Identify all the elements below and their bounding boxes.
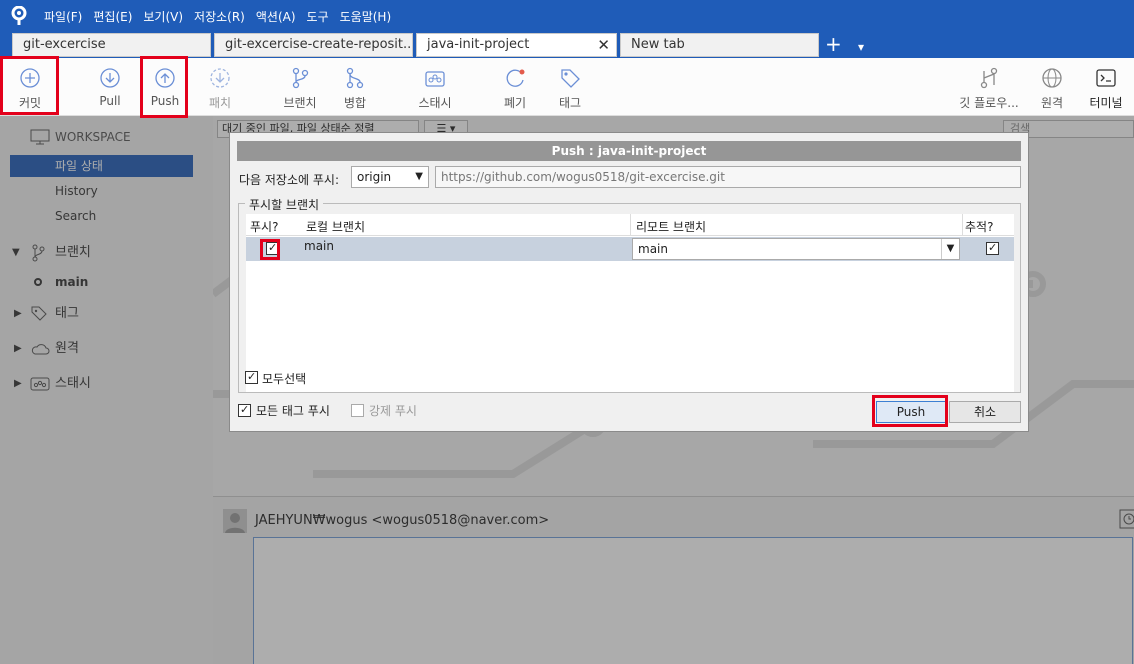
highlight-commit bbox=[0, 56, 59, 115]
remote-url-field[interactable]: https://github.com/wogus0518/git-excerci… bbox=[435, 166, 1021, 188]
terminal-button[interactable]: 터미널 bbox=[1076, 66, 1134, 111]
menu-edit[interactable]: 편집(E) bbox=[93, 8, 132, 25]
gitflow-label: 깃 플로우... bbox=[959, 96, 1019, 110]
add-tab-icon[interactable]: + bbox=[825, 34, 842, 54]
pull-icon bbox=[100, 68, 120, 88]
force-push-checkbox[interactable] bbox=[351, 404, 364, 417]
checkmark-icon: ✓ bbox=[247, 370, 257, 383]
globe-icon bbox=[1042, 68, 1062, 88]
menu-list: 파일(F) 편집(E) 보기(V) 저장소(R) 액션(A) 도구 도움말(H) bbox=[44, 8, 391, 25]
discard-button[interactable]: 폐기 bbox=[485, 66, 545, 111]
remote-select[interactable]: origin ▼ bbox=[351, 166, 429, 188]
remote-select-value: origin bbox=[357, 170, 392, 184]
patch-icon bbox=[210, 68, 230, 88]
track-branch-checkbox[interactable]: ✓ bbox=[986, 242, 999, 255]
cancel-label: 취소 bbox=[973, 405, 997, 419]
col-push-header: 푸시? bbox=[250, 220, 279, 234]
branches-group-label: 푸시할 브랜치 bbox=[245, 196, 324, 213]
merge-label: 병합 bbox=[343, 96, 367, 110]
chevron-down-icon: ▼ bbox=[415, 171, 423, 182]
tag-label: 태그 bbox=[558, 96, 582, 110]
tab-java-init-project[interactable]: java-init-project ✕ bbox=[416, 33, 617, 57]
col-track-header: 추적? bbox=[965, 220, 994, 234]
menu-file[interactable]: 파일(F) bbox=[44, 8, 82, 25]
branch-button[interactable]: 브랜치 bbox=[270, 66, 330, 111]
select-all-label: 모두선택 bbox=[262, 372, 307, 386]
stash-button[interactable]: 스태시 bbox=[405, 66, 465, 111]
tab-label: git-excercise bbox=[23, 37, 106, 52]
tag-icon bbox=[561, 69, 580, 88]
local-branch-name: main bbox=[304, 239, 334, 253]
cancel-button[interactable]: 취소 bbox=[949, 401, 1021, 423]
menu-repository[interactable]: 저장소(R) bbox=[194, 8, 245, 25]
branches-table: 푸시? 로컬 브랜치 리모트 브랜치 추적? ✓ main main ▼ ✓ bbox=[246, 214, 1014, 392]
stash-icon bbox=[425, 71, 445, 87]
menu-tools[interactable]: 도구 bbox=[307, 8, 329, 25]
gitflow-button[interactable]: 깃 플로우... bbox=[956, 66, 1022, 111]
close-tab-icon[interactable]: ✕ bbox=[597, 34, 610, 56]
col-local-header: 로컬 브랜치 bbox=[306, 220, 366, 234]
remote-branch-value: main bbox=[638, 242, 668, 256]
tag-button[interactable]: 태그 bbox=[540, 66, 600, 111]
remote-url-value: https://github.com/wogus0518/git-excerci… bbox=[441, 170, 725, 184]
pull-label: Pull bbox=[99, 94, 121, 108]
stash-label: 스태시 bbox=[418, 96, 452, 110]
tab-menu-icon[interactable]: ▾ bbox=[858, 37, 864, 57]
gitflow-icon bbox=[980, 67, 998, 89]
discard-icon bbox=[506, 69, 525, 87]
tab-new[interactable]: New tab bbox=[620, 33, 819, 57]
highlight-push-checkbox bbox=[260, 239, 280, 260]
table-header: 푸시? 로컬 브랜치 리모트 브랜치 추적? bbox=[246, 214, 1014, 236]
tab-bar: git-excercise git-excercise-create-repos… bbox=[0, 32, 1134, 58]
patch-button[interactable]: 패치 bbox=[190, 66, 250, 111]
highlight-push bbox=[140, 56, 188, 118]
push-all-tags-checkbox[interactable]: ✓ bbox=[238, 404, 251, 417]
tab-git-excercise-create[interactable]: git-excercise-create-reposit... bbox=[214, 33, 413, 57]
remote-button[interactable]: 원격 bbox=[1022, 66, 1082, 111]
menu-actions[interactable]: 액션(A) bbox=[256, 8, 296, 25]
discard-label: 폐기 bbox=[503, 96, 527, 110]
tab-git-excercise[interactable]: git-excercise bbox=[12, 33, 211, 57]
menu-help[interactable]: 도움말(H) bbox=[340, 8, 392, 25]
dialog-title: Push : java-init-project bbox=[237, 141, 1021, 161]
terminal-label: 터미널 bbox=[1089, 96, 1123, 110]
tab-label: New tab bbox=[631, 37, 685, 52]
chevron-down-icon: ▼ bbox=[941, 239, 959, 259]
tab-label: git-excercise-create-reposit... bbox=[225, 37, 413, 52]
push-all-tags-label: 모든 태그 푸시 bbox=[256, 404, 330, 418]
push-dialog: Push : java-init-project 다음 저장소에 푸시: ori… bbox=[229, 132, 1029, 432]
menu-view[interactable]: 보기(V) bbox=[143, 8, 183, 25]
branch-icon bbox=[292, 67, 309, 89]
terminal-icon bbox=[1096, 69, 1116, 87]
pull-button[interactable]: Pull bbox=[80, 66, 140, 108]
remote-branch-select[interactable]: main ▼ bbox=[632, 238, 960, 260]
push-to-label: 다음 저장소에 푸시: bbox=[239, 173, 339, 187]
checkmark-icon: ✓ bbox=[240, 403, 250, 416]
highlight-push-button bbox=[872, 395, 948, 427]
tab-label: java-init-project bbox=[427, 37, 530, 52]
col-remote-header: 리모트 브랜치 bbox=[636, 220, 707, 234]
patch-label: 패치 bbox=[208, 96, 232, 110]
table-row[interactable]: ✓ main main ▼ ✓ bbox=[246, 237, 1014, 261]
menu-bar: 파일(F) 편집(E) 보기(V) 저장소(R) 액션(A) 도구 도움말(H) bbox=[0, 0, 1134, 32]
sourcetree-logo-icon bbox=[11, 6, 27, 25]
remote-label: 원격 bbox=[1040, 96, 1064, 110]
merge-button[interactable]: 병합 bbox=[325, 66, 385, 111]
select-all-checkbox[interactable]: ✓ bbox=[245, 371, 258, 384]
force-push-label: 강제 푸시 bbox=[369, 404, 417, 418]
branches-group: 푸시할 브랜치 푸시? 로컬 브랜치 리모트 브랜치 추적? ✓ main ma… bbox=[238, 196, 1021, 393]
checkmark-icon: ✓ bbox=[988, 241, 998, 254]
merge-icon bbox=[346, 67, 364, 89]
branch-label: 브랜치 bbox=[283, 96, 317, 110]
